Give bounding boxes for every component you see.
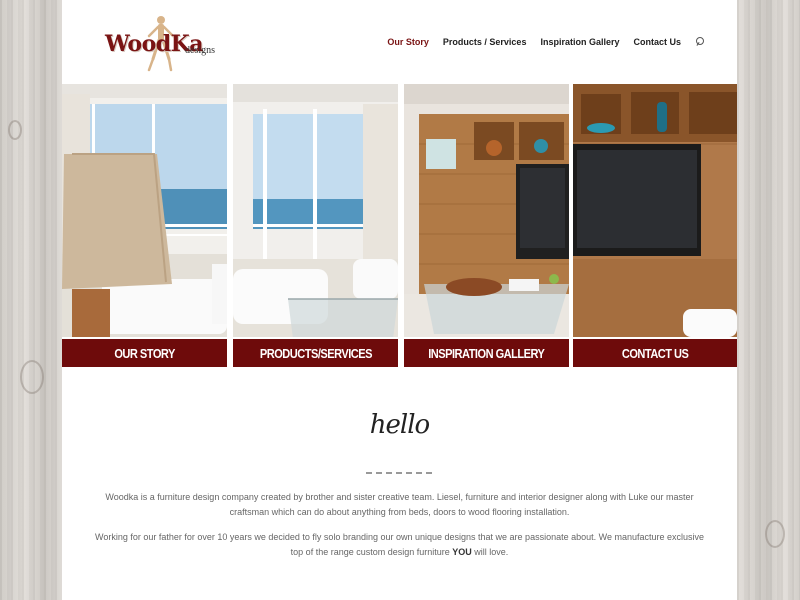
panel-products-services[interactable]: PRODUCTS/SERVICES bbox=[233, 84, 398, 367]
feature-panels: OUR STORY PRODUCTS/SERVICES INSPIRATION … bbox=[62, 84, 737, 367]
story-emphasis: YOU bbox=[452, 547, 472, 557]
wood-wall-image bbox=[404, 84, 569, 337]
panel-label: OUR STORY bbox=[62, 339, 227, 367]
panel-inspiration-gallery[interactable]: INSPIRATION GALLERY bbox=[404, 84, 569, 367]
hello-section: hello bbox=[62, 410, 737, 440]
site-logo[interactable]: WoodKa designs bbox=[105, 14, 225, 74]
story-text-end: will love. bbox=[471, 547, 509, 557]
wood-knot bbox=[8, 120, 22, 140]
nav-item-inspiration-gallery[interactable]: Inspiration Gallery bbox=[540, 37, 619, 47]
main-nav: Our Story Products / Services Inspiratio… bbox=[387, 35, 737, 49]
hello-heading: hello bbox=[369, 410, 430, 440]
sofa-room-image bbox=[233, 84, 398, 337]
panel-label: PRODUCTS/SERVICES bbox=[233, 339, 398, 367]
panel-contact-us[interactable]: CONTACT US bbox=[573, 84, 737, 367]
site-header: WoodKa designs Our Story Products / Serv… bbox=[62, 0, 737, 84]
tv-wall-image bbox=[573, 84, 737, 337]
story-text: Working for our father for over 10 years… bbox=[94, 532, 704, 557]
nav-item-products-services[interactable]: Products / Services bbox=[443, 37, 527, 47]
panel-our-story[interactable]: OUR STORY bbox=[62, 84, 227, 367]
nav-item-contact-us[interactable]: Contact Us bbox=[633, 37, 681, 47]
logo-suffix: designs bbox=[185, 45, 215, 56]
story-paragraph: Working for our father for over 10 years… bbox=[92, 530, 707, 560]
panel-label: CONTACT US bbox=[573, 339, 737, 367]
page-container: WoodKa designs Our Story Products / Serv… bbox=[62, 0, 737, 600]
living-room-image bbox=[62, 84, 227, 337]
intro-paragraph: Woodka is a furniture design company cre… bbox=[105, 492, 694, 517]
search-icon[interactable] bbox=[695, 37, 705, 47]
wood-knot bbox=[765, 520, 785, 548]
nav-item-our-story[interactable]: Our Story bbox=[387, 37, 429, 47]
section-divider bbox=[366, 472, 432, 474]
panel-label: INSPIRATION GALLERY bbox=[404, 339, 569, 367]
wood-knot bbox=[20, 360, 44, 394]
